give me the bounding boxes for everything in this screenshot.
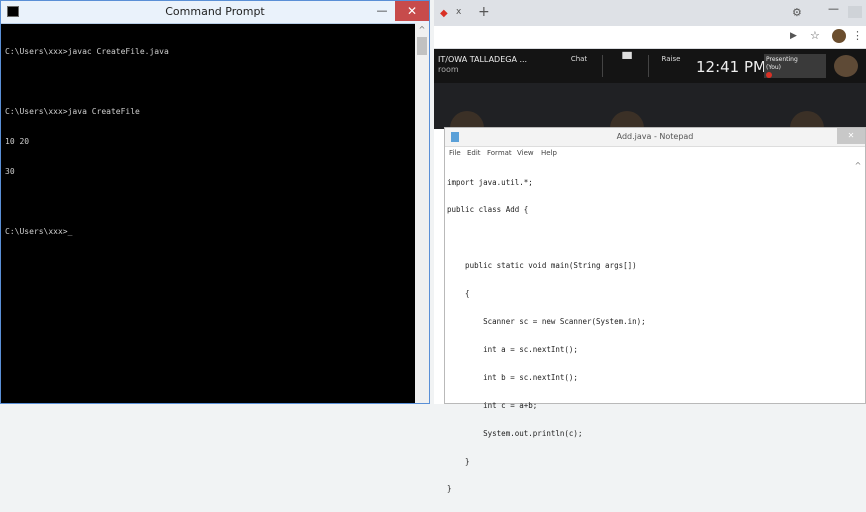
bookmark-star-icon[interactable]: ☆ (810, 29, 820, 42)
code-line: public static void main(String args[]) (447, 261, 637, 271)
menu-file[interactable]: File (449, 149, 461, 157)
cmd-title: Command Prompt (165, 5, 265, 18)
code-line: Scanner sc = new Scanner(System.in); (447, 317, 646, 327)
scroll-up-icon[interactable]: ^ (415, 25, 429, 34)
notepad-title: Add.java - Notepad (616, 132, 694, 141)
code-line: } (447, 484, 452, 494)
new-tab-button[interactable]: + (478, 4, 490, 20)
tab-favicon-icon[interactable]: ◆ (440, 8, 448, 19)
menu-help[interactable]: Help (541, 149, 557, 157)
console-line: 30 (5, 167, 15, 176)
meeting-toolbar: IT/OWA TALLADEGA ... room Chat ▀ Raise 1… (434, 49, 866, 83)
notepad-scrollbar[interactable]: ^ (851, 159, 865, 403)
meeting-chat-button[interactable]: Chat (564, 55, 594, 64)
meeting-clock: 12:41 PM (696, 58, 766, 76)
menu-view[interactable]: View (517, 149, 534, 157)
cmd-close-button[interactable]: ✕ (395, 1, 429, 21)
meeting-participants-icon[interactable]: ▀ (612, 53, 642, 65)
console-line: C:\Users\xxx>java CreateFile (5, 107, 140, 116)
self-camera-thumbnail[interactable] (834, 55, 858, 77)
code-line: { (447, 289, 470, 299)
notepad-titlebar[interactable]: Add.java - Notepad ✕ (445, 128, 865, 147)
browser-menu-icon[interactable]: ⋮ (852, 29, 863, 42)
settings-gear-icon[interactable]: ⚙ (792, 6, 802, 19)
cmd-scrollbar[interactable]: ^ (415, 23, 429, 403)
cast-icon[interactable]: ▶ (790, 31, 797, 41)
meeting-raise-hand-button[interactable]: Raise (656, 55, 686, 64)
tab-close-icon[interactable]: x (456, 7, 461, 17)
console-line: C:\Users\xxx>javac CreateFile.java (5, 47, 169, 56)
menu-edit[interactable]: Edit (467, 149, 481, 157)
code-line: import java.util.*; (447, 177, 533, 187)
window-restore-button[interactable] (848, 6, 862, 18)
code-line: int b = sc.nextInt(); (447, 372, 578, 382)
toolbar-divider (648, 55, 649, 77)
browser-tabstrip: ◆ x + ⚙ — (434, 0, 866, 26)
window-minimize-button[interactable]: — (828, 2, 839, 15)
cmd-minimize-button[interactable]: — (369, 4, 395, 19)
notepad-close-button[interactable]: ✕ (837, 128, 865, 144)
cmd-titlebar[interactable]: Command Prompt — ✕ (1, 1, 429, 24)
command-prompt-window[interactable]: Command Prompt — ✕ C:\Users\xxx>javac Cr… (0, 0, 430, 404)
code-line: public class Add { (447, 205, 529, 215)
console-line: C:\Users\xxx>_ (5, 227, 73, 236)
participant-video-strip (434, 83, 866, 129)
scroll-up-icon[interactable]: ^ (851, 161, 865, 170)
code-line: System.out.println(c); (447, 428, 583, 438)
presenting-badge[interactable]: Presenting (You) (764, 54, 826, 78)
code-line: int c = a+b; (447, 400, 538, 410)
code-line: } (447, 456, 470, 466)
console-line: 10 20 (5, 137, 30, 146)
meeting-title: IT/OWA TALLADEGA ... room (438, 55, 528, 74)
notepad-text-area[interactable]: import java.util.*; public class Add { p… (447, 159, 849, 494)
cmd-scroll-thumb[interactable] (417, 37, 427, 55)
cmd-console-output[interactable]: C:\Users\xxx>javac CreateFile.java C:\Us… (5, 27, 411, 403)
toolbar-divider (602, 55, 603, 77)
menu-format[interactable]: Format (487, 149, 512, 157)
notepad-window[interactable]: Add.java - Notepad ✕ File Edit Format Vi… (444, 127, 866, 494)
notepad-menubar: File Edit Format View Help (445, 147, 865, 159)
address-bar[interactable]: ▶ ☆ ⋮ (434, 26, 866, 49)
recording-dot-icon (766, 72, 772, 78)
code-line: int a = sc.nextInt(); (447, 344, 578, 354)
profile-avatar[interactable] (832, 29, 846, 43)
